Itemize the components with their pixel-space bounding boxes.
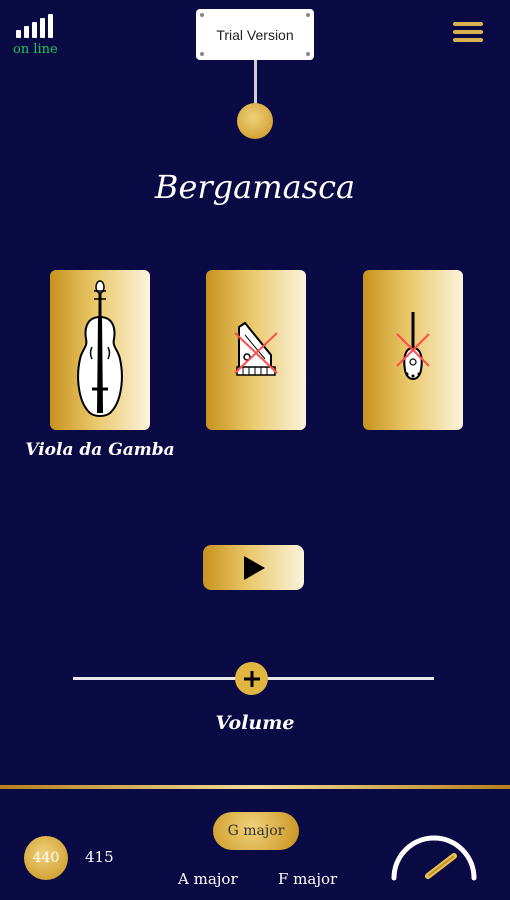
volume-label: Volume <box>215 712 295 734</box>
signal-bars-icon <box>16 14 56 38</box>
frequency-option-440[interactable]: 440 <box>24 836 68 880</box>
harpsichord-icon <box>234 321 278 376</box>
lute-icon <box>396 312 430 380</box>
volume-slider-knob[interactable] <box>235 662 268 695</box>
tempo-gauge-icon[interactable] <box>388 826 480 886</box>
connection-status: on line <box>13 42 58 57</box>
trial-version-badge[interactable]: Trial Version <box>196 9 314 60</box>
pendulum-bob[interactable] <box>237 103 273 139</box>
instrument-label-viola: Viola da Gamba <box>25 440 175 460</box>
piece-title: Bergamasca <box>154 168 356 206</box>
key-option-f-major[interactable]: F major <box>278 870 337 888</box>
play-icon <box>243 555 265 580</box>
hamburger-menu-icon[interactable] <box>453 22 483 42</box>
key-option-g-major[interactable]: G major <box>213 812 299 850</box>
instrument-card-harpsichord[interactable] <box>206 270 306 430</box>
frequency-option-415[interactable]: 415 <box>85 848 114 866</box>
pendulum-rod <box>254 60 257 104</box>
instrument-card-viola[interactable] <box>50 270 150 430</box>
footer-divider <box>0 785 510 789</box>
plus-icon <box>243 670 260 687</box>
trial-version-label: Trial Version <box>216 26 294 43</box>
instrument-card-lute[interactable] <box>363 270 463 430</box>
play-button[interactable] <box>203 545 304 590</box>
viola-da-gamba-icon <box>77 280 123 417</box>
key-option-a-major[interactable]: A major <box>178 870 238 888</box>
